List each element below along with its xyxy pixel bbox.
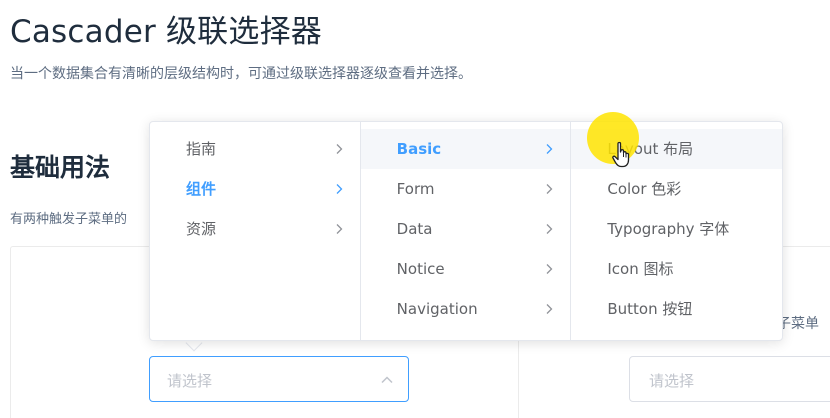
hand-pointer-icon (611, 141, 633, 169)
section-description: 有两种触发子菜单的 (10, 212, 128, 227)
option-label: Icon 图标 (607, 260, 674, 278)
chevron-right-icon (543, 263, 555, 275)
option-label: 组件 (186, 180, 217, 198)
cascader-option-form[interactable]: Form (361, 169, 571, 209)
demo-right-label: 子菜单 (777, 316, 819, 332)
cascader-option-navigation[interactable]: Navigation (361, 289, 571, 329)
option-label: Basic (396, 140, 442, 158)
cascader-option-color[interactable]: Color 色彩 (571, 169, 782, 209)
cascader-menu-level-1: 指南 组件 资源 (150, 122, 361, 340)
section-title: 基础用法 (10, 153, 111, 182)
chevron-right-icon (543, 223, 555, 235)
cascader-option-resource[interactable]: 资源 (150, 209, 360, 249)
cascader-input-secondary[interactable]: 请选择 (629, 356, 830, 402)
option-label: Form (396, 180, 435, 198)
option-label: Button 按钮 (607, 300, 693, 318)
page-title: Cascader 级联选择器 (10, 14, 322, 50)
cascader-option-button[interactable]: Button 按钮 (571, 289, 782, 329)
chevron-right-icon (333, 223, 345, 235)
cascader-option-notice[interactable]: Notice (361, 249, 571, 289)
cascader-option-guide[interactable]: 指南 (150, 129, 360, 169)
option-label: 指南 (186, 140, 217, 158)
chevron-right-icon (333, 143, 345, 155)
cascader-menu-level-2: Basic Form Data Notice Navigation (360, 122, 572, 340)
chevron-right-icon (543, 183, 555, 195)
cascader-option-icon[interactable]: Icon 图标 (571, 249, 782, 289)
cascader-placeholder: 请选择 (167, 372, 213, 390)
cascader-input[interactable]: 请选择 (149, 356, 409, 402)
chevron-right-icon (333, 183, 345, 195)
cascader-dropdown-panel: 指南 组件 资源 Basic Form Data Notice Navigati… (149, 121, 783, 341)
option-label: Typography 字体 (607, 220, 730, 238)
chevron-up-icon (380, 372, 394, 386)
cascader-option-typography[interactable]: Typography 字体 (571, 209, 782, 249)
page-description: 当一个数据集合有清晰的层级结构时，可通过级联选择器逐级查看并选择。 (10, 66, 472, 82)
cascader-option-component[interactable]: 组件 (150, 169, 360, 209)
cascader-option-basic[interactable]: Basic (360, 129, 571, 169)
cascader-placeholder-secondary: 请选择 (649, 372, 695, 390)
option-label: Navigation (396, 300, 478, 318)
chevron-right-icon (543, 143, 555, 155)
option-label: Notice (396, 260, 445, 278)
cascader-option-data[interactable]: Data (361, 209, 571, 249)
option-label: 资源 (186, 220, 217, 238)
option-label: Data (396, 220, 433, 238)
option-label: Color 色彩 (607, 180, 682, 198)
chevron-right-icon (543, 303, 555, 315)
